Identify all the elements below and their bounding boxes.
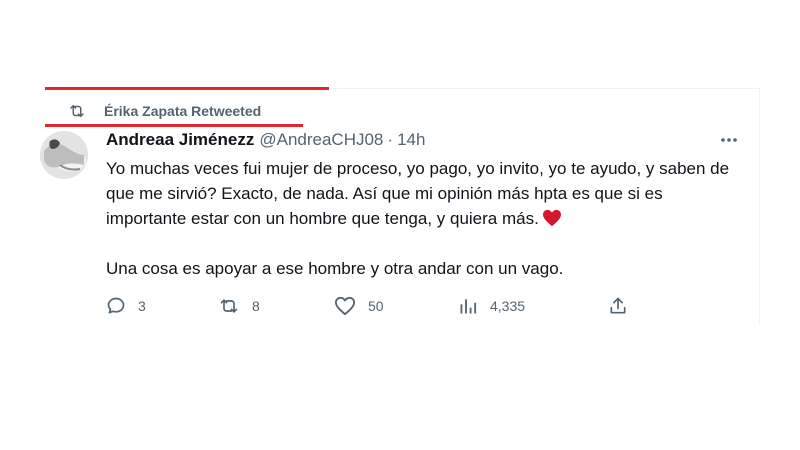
heart-icon [334, 296, 356, 316]
tweet-actions: 3 8 50 4,335 [106, 294, 646, 318]
like-count: 50 [368, 298, 384, 314]
separator-dot: · [387, 130, 394, 149]
retweet-count: 8 [252, 298, 260, 314]
retweet-banner[interactable]: Érika Zapata Retweeted [68, 101, 261, 121]
tweet-header: Andreaa Jiménezz @AndreaCHJ08 · 14h [106, 129, 425, 151]
tweet-card-right-border [759, 88, 760, 324]
tweet-card-top-border [330, 88, 760, 89]
share-icon [608, 296, 628, 316]
like-button[interactable]: 50 [334, 294, 384, 318]
retweet-button[interactable]: 8 [218, 294, 260, 318]
retweet-icon [68, 102, 86, 120]
retweeted-by-label[interactable]: Érika Zapata Retweeted [104, 103, 261, 119]
red-annotation-line-bottom [45, 124, 303, 127]
share-button[interactable] [608, 294, 628, 318]
tweet-paragraph-1-text: Yo muchas veces fui mujer de proceso, yo… [106, 159, 730, 228]
red-annotation-line-top [45, 87, 329, 90]
reply-button[interactable]: 3 [106, 294, 146, 318]
retweet-action-icon [218, 296, 240, 316]
red-heart-icon [542, 209, 562, 227]
reply-icon [106, 296, 126, 316]
tweet-text: Yo muchas veces fui mujer de proceso, yo… [106, 156, 736, 281]
screenshot-canvas: Érika Zapata Retweeted Andreaa Jiménezz … [0, 0, 800, 450]
more-options-icon[interactable] [718, 131, 740, 149]
analytics-icon [458, 296, 478, 316]
tweet-paragraph-1: Yo muchas veces fui mujer de proceso, yo… [106, 156, 736, 231]
reply-count: 3 [138, 298, 146, 314]
display-name[interactable]: Andreaa Jiménezz [106, 130, 254, 150]
tweet-timestamp[interactable]: 14h [397, 130, 425, 150]
tweet-paragraph-2: Una cosa es apoyar a ese hombre y otra a… [106, 259, 564, 278]
avatar[interactable] [40, 131, 88, 179]
views-button[interactable]: 4,335 [458, 294, 525, 318]
user-handle[interactable]: @AndreaCHJ08 [259, 130, 383, 150]
view-count: 4,335 [490, 298, 526, 314]
